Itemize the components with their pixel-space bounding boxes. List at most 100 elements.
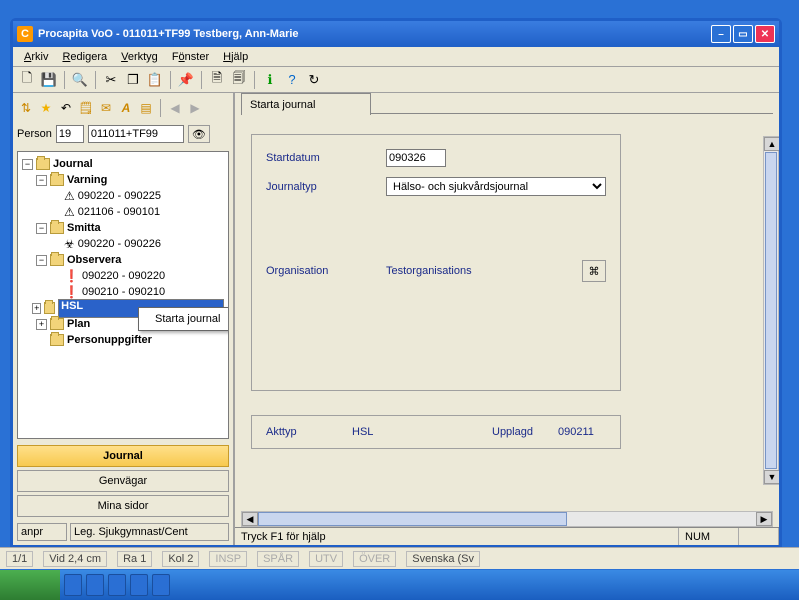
undo-icon[interactable]: ↶ xyxy=(57,99,75,117)
tree-view[interactable]: −Journal −Varning ⚠090220 - 090225 ⚠0211… xyxy=(17,151,229,439)
list-icon[interactable]: ▤ xyxy=(137,99,155,117)
startdatum-label: Startdatum xyxy=(266,152,386,164)
biohazard-icon: ☣ xyxy=(64,237,75,251)
nav-journal[interactable]: Journal xyxy=(17,445,229,467)
vertical-scrollbar[interactable]: ▲ ▼ xyxy=(763,136,779,485)
note-icon[interactable]: 🗒 xyxy=(77,99,95,117)
tree-personuppgifter[interactable]: Personuppgifter xyxy=(67,334,152,346)
tree-root[interactable]: Journal xyxy=(53,158,93,170)
journaltyp-select[interactable]: Hälso- och sjukvårdsjournal xyxy=(386,177,606,196)
context-starta-journal[interactable]: Starta journal xyxy=(141,310,229,328)
tree-smitta[interactable]: Smitta xyxy=(67,222,101,234)
tree-varning[interactable]: Varning xyxy=(67,174,107,186)
scroll-thumb[interactable] xyxy=(765,152,777,469)
tree-item[interactable]: 090210 - 090210 xyxy=(82,286,165,298)
window-title: Procapita VoO - 011011+TF99 Testberg, An… xyxy=(38,28,711,40)
prev-icon[interactable]: ◀ xyxy=(166,99,184,117)
info-icon[interactable]: ℹ xyxy=(260,70,280,90)
scroll-left-icon[interactable]: ◀ xyxy=(242,512,258,526)
tree-plan[interactable]: Plan xyxy=(67,318,90,330)
toggle-icon[interactable]: + xyxy=(36,319,47,330)
toggle-icon[interactable]: + xyxy=(32,303,41,314)
akttyp-label: Akttyp xyxy=(266,426,352,438)
doc2-icon[interactable]: 🗐 xyxy=(229,70,249,90)
mail-icon[interactable]: ✉ xyxy=(97,99,115,117)
taskbar-item[interactable] xyxy=(86,574,104,596)
person-id-input[interactable] xyxy=(88,125,184,143)
form-panel: Startdatum Journaltyp Hälso- och sjukvår… xyxy=(251,134,621,391)
folder-icon xyxy=(44,302,55,314)
nav-genvagar[interactable]: Genvägar xyxy=(17,470,229,492)
title-bar: C Procapita VoO - 011011+TF99 Testberg, … xyxy=(13,21,779,47)
horizontal-scrollbar[interactable]: ◀ ▶ xyxy=(241,511,773,527)
tree-item[interactable]: 090220 - 090226 xyxy=(78,238,161,250)
app-icon: C xyxy=(17,26,33,42)
taskbar-item[interactable] xyxy=(130,574,148,596)
close-button[interactable]: ✕ xyxy=(755,25,775,43)
copy-icon[interactable]: ❐ xyxy=(123,70,143,90)
toggle-icon[interactable]: − xyxy=(36,175,47,186)
scroll-right-icon[interactable]: ▶ xyxy=(756,512,772,526)
alert-icon: ❗ xyxy=(64,285,79,299)
sort-icon[interactable]: ⇅ xyxy=(17,99,35,117)
tree-observera[interactable]: Observera xyxy=(67,254,121,266)
scroll-thumb[interactable] xyxy=(258,512,567,526)
back-vid: Vid 2,4 cm xyxy=(43,551,107,567)
startdatum-input[interactable] xyxy=(386,149,446,167)
maximize-button[interactable]: ▭ xyxy=(733,25,753,43)
menu-hjalp[interactable]: Hjälp xyxy=(216,49,255,65)
font-icon[interactable]: A xyxy=(117,99,135,117)
find-icon[interactable]: 🔍 xyxy=(70,70,90,90)
save-icon[interactable]: 💾 xyxy=(39,70,59,90)
toggle-icon[interactable]: − xyxy=(22,159,33,170)
scroll-down-icon[interactable]: ▼ xyxy=(764,470,779,484)
akttyp-value: HSL xyxy=(352,426,492,438)
star-icon[interactable]: ★ xyxy=(37,99,55,117)
back-over: ÖVER xyxy=(353,551,396,567)
organisation-button[interactable]: ⌘ xyxy=(582,260,606,282)
menu-fonster[interactable]: Fönster xyxy=(165,49,216,65)
tab-starta-journal[interactable]: Starta journal xyxy=(241,93,371,115)
context-menu: Starta journal xyxy=(138,307,229,331)
toggle-icon[interactable]: − xyxy=(36,255,47,266)
tree-item[interactable]: 021106 - 090101 xyxy=(78,206,160,218)
organisation-label: Organisation xyxy=(266,265,386,277)
tree-item[interactable]: 090220 - 090225 xyxy=(78,190,161,202)
status-num: NUM xyxy=(679,528,739,545)
menu-redigera[interactable]: Redigera xyxy=(55,49,114,65)
taskbar-item[interactable] xyxy=(64,574,82,596)
doc1-icon[interactable]: 🗎 xyxy=(207,70,227,90)
scroll-up-icon[interactable]: ▲ xyxy=(764,137,779,151)
upplagd-label: Upplagd xyxy=(492,426,558,438)
status-help: Tryck F1 för hjälp xyxy=(235,528,679,545)
menu-bar: Arkiv Redigera Verktyg Fönster Hjälp xyxy=(13,47,779,67)
status-bar: Tryck F1 för hjälp NUM xyxy=(235,527,779,545)
menu-arkiv[interactable]: Arkiv xyxy=(17,49,55,65)
cut-icon[interactable]: ✂ xyxy=(101,70,121,90)
toolbar: 🗋 💾 🔍 ✂ ❐ 📋 📌 🗎 🗐 ℹ ? ↻ xyxy=(13,67,779,93)
taskbar-item[interactable] xyxy=(108,574,126,596)
folder-icon xyxy=(36,158,50,170)
info-panel: Akttyp HSL Upplagd 090211 xyxy=(251,415,621,449)
folder-icon xyxy=(50,318,64,330)
folder-icon xyxy=(50,334,64,346)
taskbar-item[interactable] xyxy=(152,574,170,596)
next-icon[interactable]: ▶ xyxy=(186,99,204,117)
new-icon[interactable]: 🗋 xyxy=(17,70,37,90)
toggle-icon[interactable]: − xyxy=(36,223,47,234)
background-statusbar: 1/1 Vid 2,4 cm Ra 1 Kol 2 INSP SPÅR UTV … xyxy=(0,547,799,569)
status-empty xyxy=(739,528,779,545)
paste-icon[interactable]: 📋 xyxy=(145,70,165,90)
start-button[interactable] xyxy=(0,570,60,600)
refresh-icon[interactable]: ↻ xyxy=(304,70,324,90)
person-num-input[interactable] xyxy=(56,125,84,143)
nav-minasidor[interactable]: Mina sidor xyxy=(17,495,229,517)
tree-item[interactable]: 090220 - 090220 xyxy=(82,270,165,282)
menu-verktyg[interactable]: Verktyg xyxy=(114,49,165,65)
view-person-button[interactable]: 👁 xyxy=(188,125,210,143)
help-icon[interactable]: ? xyxy=(282,70,302,90)
pin-icon[interactable]: 📌 xyxy=(176,70,196,90)
minimize-button[interactable]: – xyxy=(711,25,731,43)
journaltyp-label: Journaltyp xyxy=(266,181,386,193)
taskbar[interactable] xyxy=(0,570,799,600)
